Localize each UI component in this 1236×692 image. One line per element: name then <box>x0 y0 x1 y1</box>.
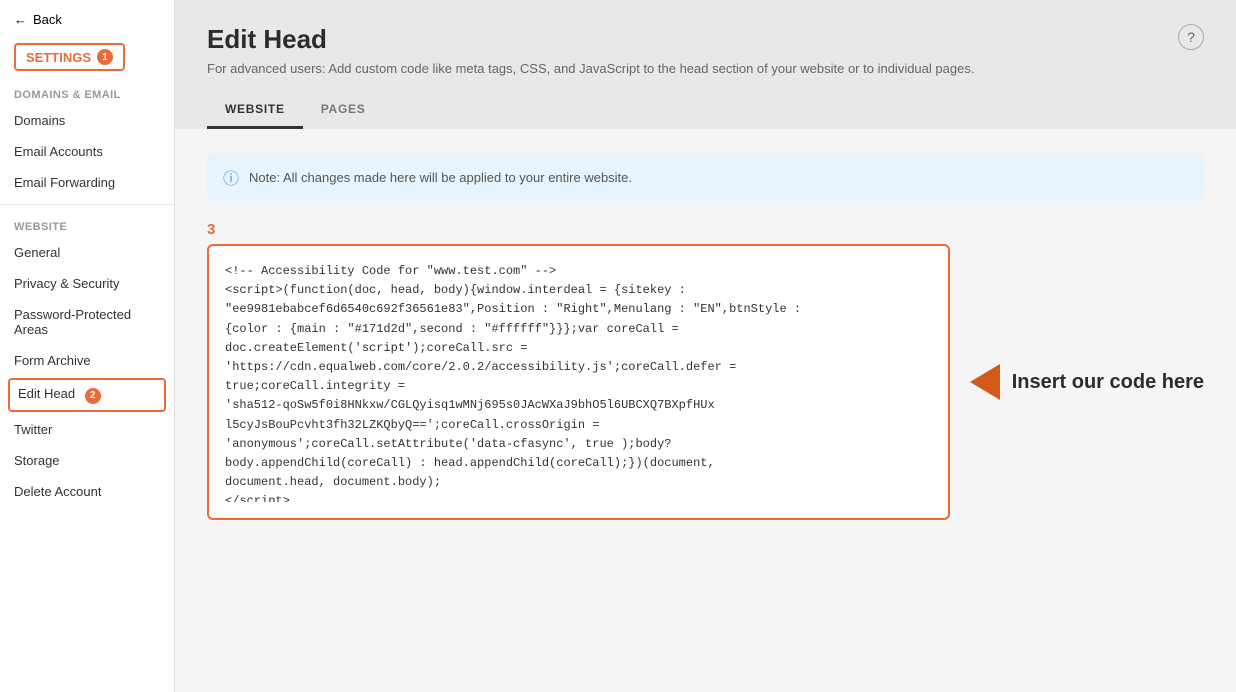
annotation-container: Insert our code here <box>970 364 1204 400</box>
section-label-domains-email: DOMAINS & EMAIL <box>0 79 174 105</box>
sidebar-item-delete-account[interactable]: Delete Account <box>0 476 174 507</box>
info-icon: ⓘ <box>223 165 239 189</box>
sidebar: ← Back SETTINGS 1 DOMAINS & EMAIL Domain… <box>0 0 175 692</box>
sidebar-item-email-forwarding[interactable]: Email Forwarding <box>0 167 174 198</box>
step-annotation: 3 <box>207 221 1204 238</box>
page-header: Edit Head For advanced users: Add custom… <box>175 0 1236 129</box>
sidebar-item-twitter[interactable]: Twitter <box>0 414 174 445</box>
sidebar-item-password-protected-areas[interactable]: Password-Protected Areas <box>0 299 174 345</box>
settings-badge-number: 1 <box>97 49 113 65</box>
main-content: Edit Head For advanced users: Add custom… <box>175 0 1236 692</box>
code-editor[interactable]: <!-- Accessibility Code for "www.test.co… <box>225 262 932 502</box>
content-area: ⓘ Note: All changes made here will be ap… <box>175 129 1236 692</box>
info-banner: ⓘ Note: All changes made here will be ap… <box>207 153 1204 201</box>
sidebar-item-storage[interactable]: Storage <box>0 445 174 476</box>
sidebar-item-domains[interactable]: Domains <box>0 105 174 136</box>
annotation-label: Insert our code here <box>1012 371 1204 394</box>
help-icon[interactable]: ? <box>1178 24 1204 50</box>
sidebar-item-general[interactable]: General <box>0 237 174 268</box>
page-subtitle: For advanced users: Add custom code like… <box>207 61 974 76</box>
code-section: <!-- Accessibility Code for "www.test.co… <box>207 244 1204 520</box>
annotation-arrow-icon <box>970 364 1000 400</box>
sidebar-item-edit-head[interactable]: Edit Head 2 <box>8 378 166 412</box>
tabs-bar: WEBSITE PAGES <box>207 92 1204 129</box>
tab-pages[interactable]: PAGES <box>303 92 384 129</box>
tab-website[interactable]: WEBSITE <box>207 92 303 129</box>
info-banner-text: Note: All changes made here will be appl… <box>249 170 632 185</box>
back-button[interactable]: ← Back <box>0 0 174 39</box>
page-title: Edit Head <box>207 24 974 55</box>
sidebar-item-email-accounts[interactable]: Email Accounts <box>0 136 174 167</box>
edit-head-badge: 2 <box>85 388 101 404</box>
back-arrow-icon: ← <box>14 12 27 27</box>
sidebar-item-privacy-security[interactable]: Privacy & Security <box>0 268 174 299</box>
settings-badge[interactable]: SETTINGS 1 <box>14 43 125 71</box>
sidebar-divider-1 <box>0 204 174 205</box>
settings-label: SETTINGS <box>26 50 91 65</box>
back-label: Back <box>33 12 62 27</box>
code-area-wrapper: <!-- Accessibility Code for "www.test.co… <box>207 244 950 520</box>
sidebar-item-form-archive[interactable]: Form Archive <box>0 345 174 376</box>
section-label-website: WEBSITE <box>0 211 174 237</box>
